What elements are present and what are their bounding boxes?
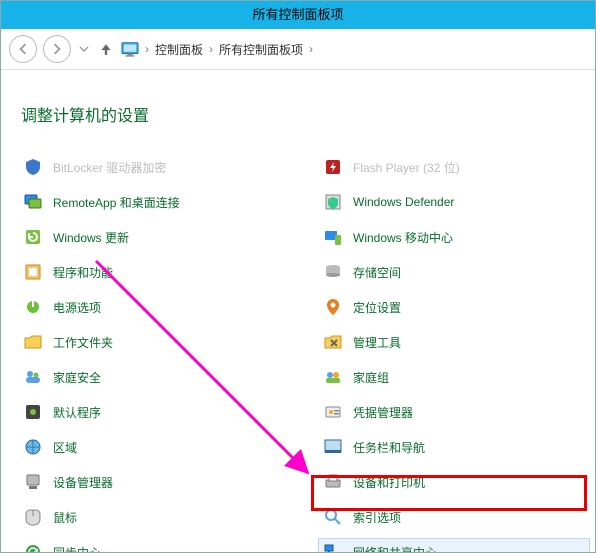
breadcrumb-separator-icon: ›: [143, 42, 151, 56]
control-panel-item[interactable]: Windows 更新: [19, 224, 289, 250]
item-label: 网络和共享中心: [353, 544, 437, 553]
control-panel-item[interactable]: 家庭安全: [19, 364, 289, 390]
control-panel-item[interactable]: 定位设置: [319, 294, 589, 320]
item-label: 默认程序: [53, 404, 101, 421]
item-label: Windows 移动中心: [353, 229, 453, 246]
control-panel-item[interactable]: 程序和功能: [19, 259, 289, 285]
control-panel-item[interactable]: 管理工具: [319, 329, 589, 355]
taskbar-icon: [323, 437, 343, 457]
programs-icon: [23, 262, 43, 282]
window-title: 所有控制面板项: [1, 1, 595, 29]
credentials-icon: [323, 402, 343, 422]
address-bar[interactable]: › 控制面板 › 所有控制面板项 ›: [121, 40, 315, 58]
item-label: 凭据管理器: [353, 404, 413, 421]
control-panel-item[interactable]: BitLocker 驱动器加密: [19, 154, 289, 180]
item-label: 电源选项: [53, 299, 101, 316]
chevron-down-icon: [79, 44, 89, 54]
control-panel-icon: [121, 40, 139, 58]
item-label: 家庭组: [353, 369, 389, 386]
control-panel-item[interactable]: 同步中心: [19, 539, 289, 553]
item-label: 定位设置: [353, 299, 401, 316]
control-panel-item[interactable]: 默认程序: [19, 399, 289, 425]
up-button[interactable]: [97, 40, 115, 58]
network-icon: [323, 542, 343, 553]
mobility-icon: [323, 227, 343, 247]
control-panel-item[interactable]: Windows Defender: [319, 189, 589, 215]
nav-toolbar: › 控制面板 › 所有控制面板项 ›: [1, 29, 595, 70]
control-panel-item[interactable]: 任务栏和导航: [319, 434, 589, 460]
item-label: Flash Player (32 位): [353, 159, 460, 176]
default-programs-icon: [23, 402, 43, 422]
back-button[interactable]: [9, 35, 37, 63]
item-label: 存储空间: [353, 264, 401, 281]
control-panel-item[interactable]: 网络和共享中心: [319, 539, 589, 553]
item-label: Windows 更新: [53, 229, 129, 246]
item-label: 设备管理器: [53, 474, 113, 491]
shield-blue-icon: [23, 157, 43, 177]
item-label: 任务栏和导航: [353, 439, 425, 456]
control-panel-item[interactable]: 鼠标: [19, 504, 289, 530]
remoteapp-icon: [23, 192, 43, 212]
control-panel-item[interactable]: 凭据管理器: [319, 399, 589, 425]
item-label: RemoteApp 和桌面连接: [53, 194, 180, 211]
item-label: 程序和功能: [53, 264, 113, 281]
breadcrumb-separator-icon: ›: [307, 42, 315, 56]
control-panel-item[interactable]: 设备管理器: [19, 469, 289, 495]
items-column-left: BitLocker 驱动器加密 RemoteApp 和桌面连接 Windows …: [19, 154, 289, 553]
power-icon: [23, 297, 43, 317]
control-panel-item[interactable]: 索引选项: [319, 504, 589, 530]
control-panel-window: 所有控制面板项 › 控制面板 › 所有控制面板项 ›: [0, 0, 596, 553]
item-label: 管理工具: [353, 334, 401, 351]
location-icon: [323, 297, 343, 317]
admin-tools-icon: [323, 332, 343, 352]
item-label: Windows Defender: [353, 195, 454, 209]
breadcrumb-current[interactable]: 所有控制面板项: [219, 41, 303, 58]
item-label: BitLocker 驱动器加密: [53, 159, 166, 176]
folder-icon: [23, 332, 43, 352]
control-panel-item[interactable]: 设备和打印机: [319, 469, 589, 495]
breadcrumb-root[interactable]: 控制面板: [155, 41, 203, 58]
control-panel-item[interactable]: Windows 移动中心: [319, 224, 589, 250]
forward-button[interactable]: [43, 35, 71, 63]
family-icon: [23, 367, 43, 387]
defender-icon: [323, 192, 343, 212]
storage-icon: [323, 262, 343, 282]
control-panel-item[interactable]: 区域: [19, 434, 289, 460]
windows-update-icon: [23, 227, 43, 247]
control-panel-item[interactable]: 工作文件夹: [19, 329, 289, 355]
item-label: 设备和打印机: [353, 474, 425, 491]
page-heading: 调整计算机的设置: [21, 102, 577, 126]
item-label: 同步中心: [53, 544, 101, 553]
control-panel-item[interactable]: RemoteApp 和桌面连接: [19, 189, 289, 215]
history-dropdown[interactable]: [77, 42, 91, 56]
arrow-left-icon: [17, 43, 29, 55]
breadcrumb-separator-icon: ›: [207, 42, 215, 56]
item-label: 鼠标: [53, 509, 77, 526]
item-label: 索引选项: [353, 509, 401, 526]
content-area: 调整计算机的设置 BitLocker 驱动器加密 RemoteApp 和桌面连接…: [1, 70, 595, 553]
indexing-icon: [323, 507, 343, 527]
item-label: 区域: [53, 439, 77, 456]
mouse-icon: [23, 507, 43, 527]
sync-icon: [23, 542, 43, 553]
region-icon: [23, 437, 43, 457]
item-label: 工作文件夹: [53, 334, 113, 351]
item-label: 家庭安全: [53, 369, 101, 386]
control-panel-item[interactable]: 家庭组: [319, 364, 589, 390]
device-manager-icon: [23, 472, 43, 492]
homegroup-icon: [323, 367, 343, 387]
control-panel-item[interactable]: 存储空间: [319, 259, 589, 285]
arrow-right-icon: [51, 43, 63, 55]
devices-printers-icon: [323, 472, 343, 492]
arrow-up-icon: [99, 42, 113, 56]
control-panel-item[interactable]: Flash Player (32 位): [319, 154, 589, 180]
flash-icon: [323, 157, 343, 177]
items-column-right: Flash Player (32 位) Windows Defender Win…: [319, 154, 589, 553]
control-panel-item[interactable]: 电源选项: [19, 294, 289, 320]
